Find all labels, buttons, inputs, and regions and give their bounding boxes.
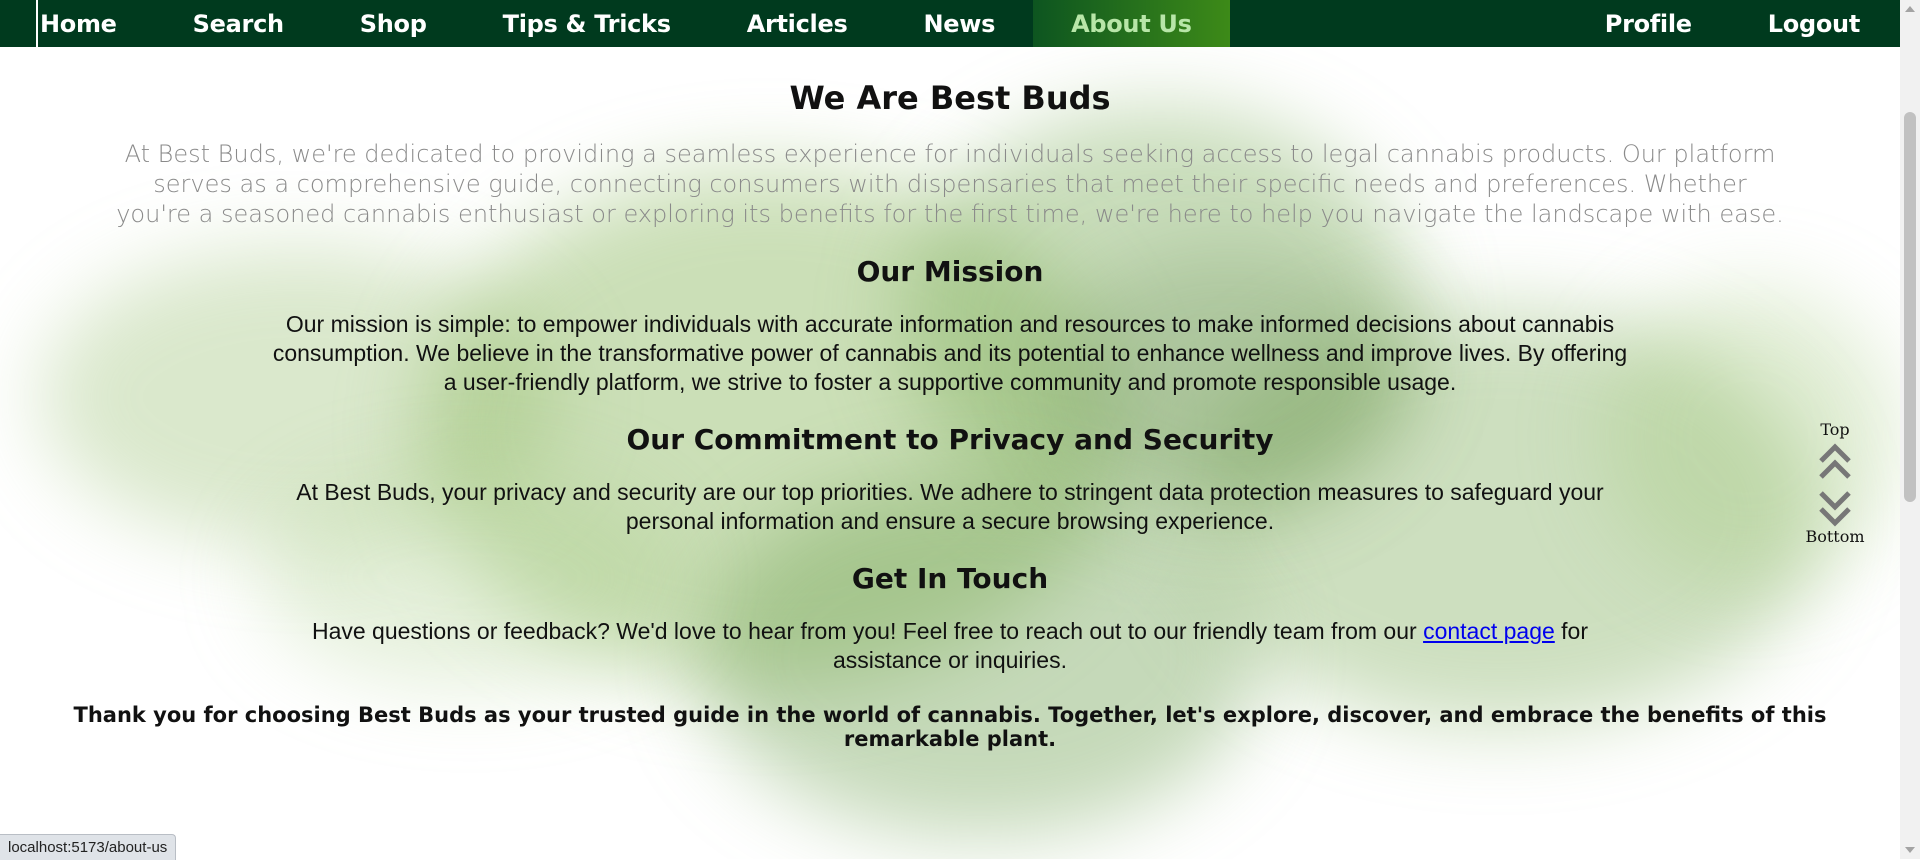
scrollbar-thumb[interactable] [1904, 112, 1916, 502]
top-navbar: Home Search Shop Tips & Tricks Articles … [0, 0, 1900, 47]
scroll-bottom-label[interactable]: Bottom [1800, 527, 1870, 546]
mission-heading: Our Mission [856, 255, 1044, 288]
intro-paragraph: At Best Buds, we're dedicated to providi… [116, 140, 1784, 228]
nav-about-us[interactable]: About Us [1033, 0, 1230, 47]
mission-paragraph: Our mission is simple: to empower indivi… [272, 311, 1628, 395]
nav-home[interactable]: Home [36, 0, 155, 47]
closing-statement: Thank you for choosing Best Buds as your… [73, 703, 1827, 751]
vertical-scrollbar[interactable] [1900, 0, 1920, 859]
nav-search[interactable]: Search [155, 0, 322, 47]
page-title: We Are Best Buds [789, 79, 1111, 117]
about-content: We Are Best Buds At Best Buds, we're ded… [0, 47, 1900, 751]
nav-right-group: Profile Logout [1567, 0, 1900, 47]
scroll-shortcut-widget: Top Bottom [1800, 420, 1870, 546]
nav-left-group: Home Search Shop Tips & Tricks Articles … [0, 0, 1230, 47]
status-url: localhost:5173/about-us [8, 839, 168, 856]
nav-tips-tricks[interactable]: Tips & Tricks [465, 0, 709, 47]
scroll-up-arrow-icon[interactable] [1905, 6, 1915, 12]
scroll-down-arrow-icon[interactable] [1905, 847, 1915, 853]
scroll-top-label[interactable]: Top [1800, 420, 1870, 439]
browser-status-bar: localhost:5173/about-us [0, 834, 177, 860]
privacy-paragraph: At Best Buds, your privacy and security … [296, 479, 1604, 534]
nav-news[interactable]: News [885, 0, 1033, 47]
nav-profile[interactable]: Profile [1567, 0, 1730, 47]
double-chevron-down-icon[interactable] [1818, 487, 1852, 527]
contact-text-before: Have questions or feedback? We'd love to… [311, 618, 1424, 644]
nav-shop[interactable]: Shop [322, 0, 465, 47]
privacy-heading: Our Commitment to Privacy and Security [626, 423, 1274, 456]
contact-heading: Get In Touch [851, 562, 1049, 595]
double-chevron-up-icon[interactable] [1818, 443, 1852, 483]
nav-articles[interactable]: Articles [709, 0, 886, 47]
contact-page-link[interactable]: contact page [1423, 618, 1555, 644]
contact-paragraph: Have questions or feedback? We'd love to… [270, 617, 1630, 675]
nav-logout[interactable]: Logout [1730, 0, 1900, 47]
